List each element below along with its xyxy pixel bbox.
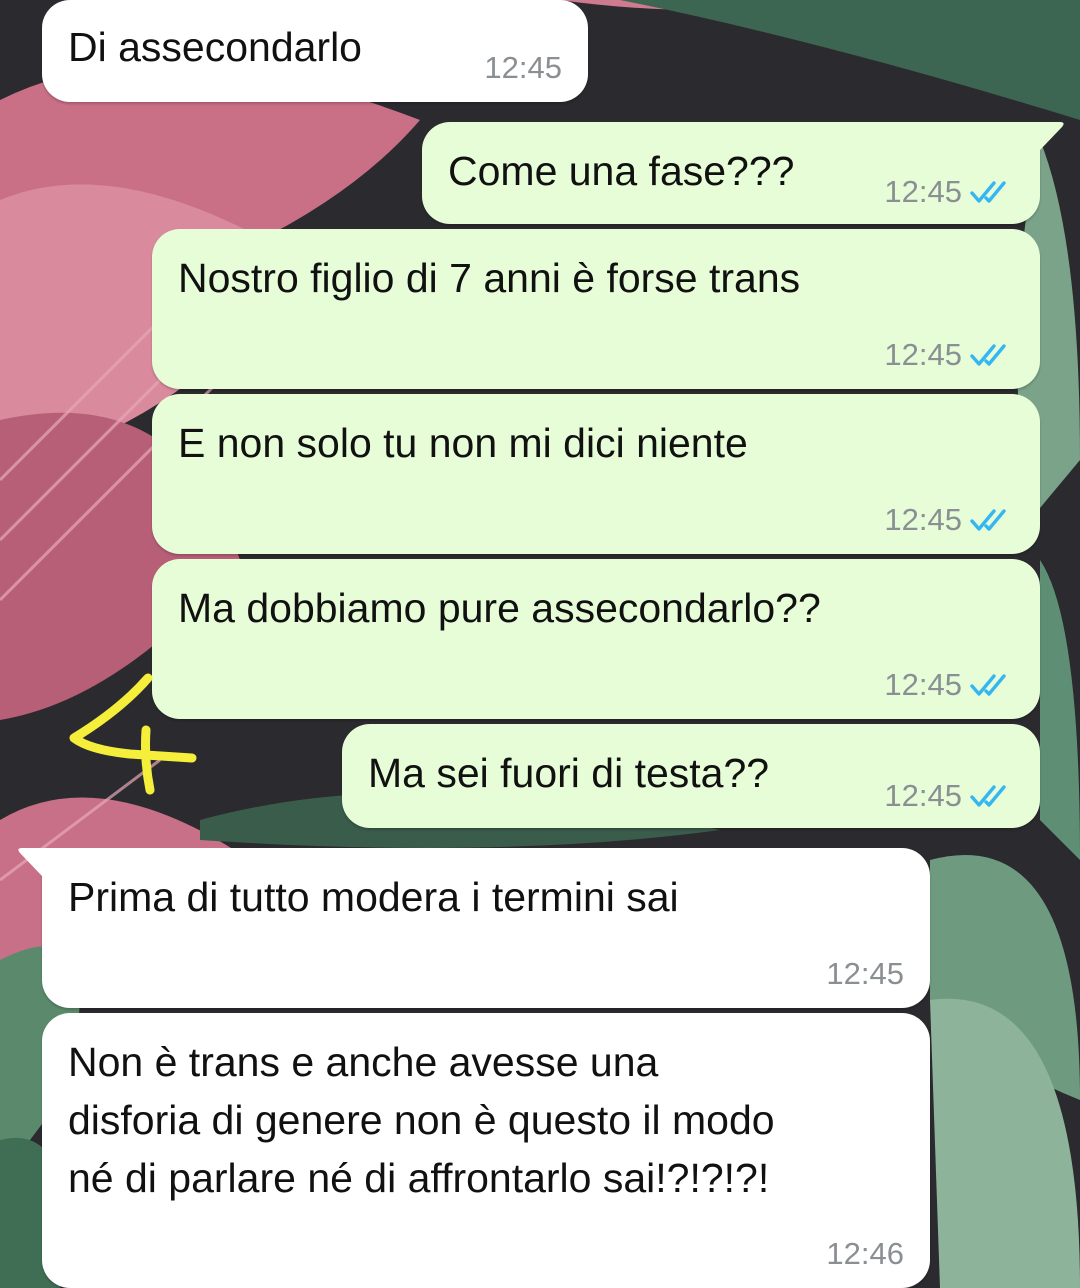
bubble-tail: [18, 848, 46, 876]
message-time: 12:46: [826, 1236, 904, 1271]
double-check-read-icon: [970, 344, 1006, 366]
double-check-read-icon: [970, 674, 1006, 696]
message-bubble-outgoing[interactable]: E non solo tu non mi dici niente 12:45: [152, 394, 1040, 554]
message-bubble-outgoing[interactable]: Come una fase??? 12:45: [422, 122, 1040, 224]
message-time: 12:45: [884, 337, 962, 372]
message-bubble-incoming[interactable]: Non è trans e anche avesse una disforia …: [42, 1013, 930, 1288]
handwritten-annotation: [69, 673, 197, 795]
bubble-tail: [1036, 122, 1064, 150]
message-text: Nostro figlio di 7 anni è forse trans: [178, 255, 801, 301]
message-bubble-outgoing[interactable]: Ma dobbiamo pure assecondarlo?? 12:45: [152, 559, 1040, 719]
message-bubble-incoming[interactable]: Prima di tutto modera i termini sai 12:4…: [42, 848, 930, 1008]
message-time: 12:45: [884, 667, 962, 702]
message-time: 12:45: [826, 956, 904, 991]
message-bubble-outgoing[interactable]: Nostro figlio di 7 anni è forse trans 12…: [152, 229, 1040, 389]
message-time: 12:45: [884, 502, 962, 537]
message-bubble-incoming[interactable]: Di assecondarlo 12:45: [42, 0, 588, 102]
double-check-read-icon: [970, 181, 1006, 203]
message-text: Non è trans e anche avesse una disforia …: [68, 1039, 775, 1201]
message-time: 12:45: [884, 778, 962, 813]
double-check-read-icon: [970, 785, 1006, 807]
message-time: 12:45: [484, 50, 562, 85]
message-text: Ma dobbiamo pure assecondarlo??: [178, 585, 821, 631]
message-text: E non solo tu non mi dici niente: [178, 420, 748, 466]
message-bubble-outgoing[interactable]: Ma sei fuori di testa?? 12:45: [342, 724, 1040, 828]
double-check-read-icon: [970, 509, 1006, 531]
message-text: Prima di tutto modera i termini sai: [68, 874, 679, 920]
message-time: 12:45: [884, 174, 962, 209]
